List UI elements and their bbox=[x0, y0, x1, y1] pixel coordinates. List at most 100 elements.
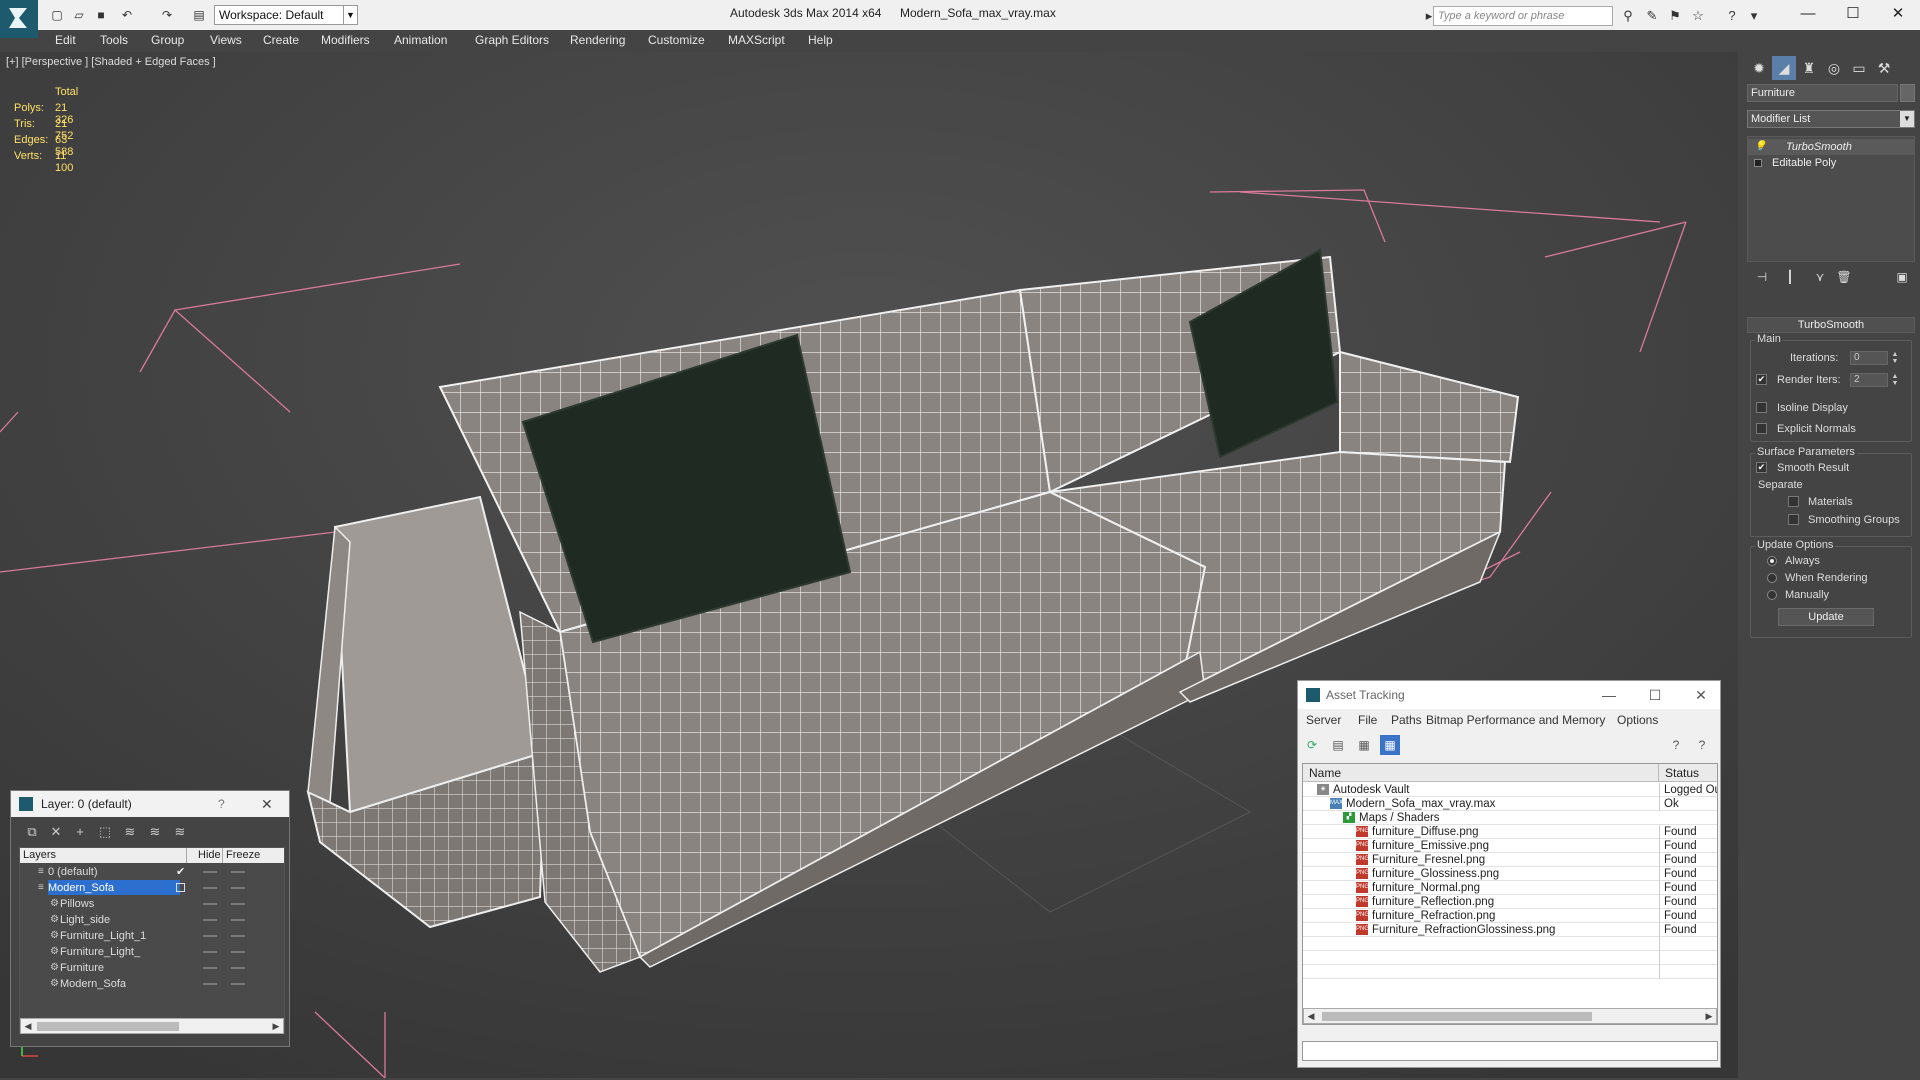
layer-row[interactable]: ⚙ Furniture_Light_1 bbox=[20, 928, 284, 944]
hide-toggle[interactable] bbox=[203, 951, 217, 953]
open-file-icon[interactable]: ▱ bbox=[70, 7, 88, 23]
close-icon[interactable]: ✕ bbox=[261, 791, 273, 817]
menu-animation[interactable]: Animation bbox=[394, 33, 447, 47]
modifier-list-dropdown[interactable]: Modifier List ▼ bbox=[1747, 110, 1915, 128]
layer-row[interactable]: ⚙ Light_side bbox=[20, 912, 284, 928]
menu-views[interactable]: Views bbox=[210, 33, 242, 47]
search-input[interactable]: Type a keyword or phrase bbox=[1433, 6, 1613, 26]
table-view-icon[interactable]: ▦ bbox=[1380, 735, 1400, 755]
add-to-layer-icon[interactable]: + bbox=[71, 823, 89, 841]
make-unique-icon[interactable]: ⋎ bbox=[1811, 268, 1829, 286]
column-freeze[interactable]: Freeze bbox=[223, 848, 263, 863]
redo-icon[interactable]: ↷ bbox=[158, 7, 176, 23]
menu-graph-editors[interactable]: Graph Editors bbox=[475, 33, 549, 47]
spinner-arrows-icon[interactable]: ▲ ▼ bbox=[1890, 373, 1900, 387]
maximize-icon[interactable]: ☐ bbox=[1838, 3, 1868, 25]
hide-toggle[interactable] bbox=[203, 871, 217, 873]
modifier-stack-item[interactable]: Editable Poly bbox=[1748, 155, 1914, 171]
layer-name[interactable]: Furniture_Light_1 bbox=[60, 928, 180, 943]
layer-row[interactable]: ⚙ Furniture_Light_ bbox=[20, 944, 284, 960]
hide-toggle[interactable] bbox=[203, 887, 217, 889]
refresh-icon[interactable]: ⟳ bbox=[1302, 735, 1322, 755]
close-icon[interactable]: ✕ bbox=[1690, 681, 1712, 709]
asset-menu-bitmap-performance[interactable]: Bitmap Performance and Memory bbox=[1426, 713, 1605, 727]
hide-toggle[interactable] bbox=[203, 919, 217, 921]
asset-menu-server[interactable]: Server bbox=[1306, 713, 1341, 727]
pin-stack-icon[interactable]: ⊣ bbox=[1753, 268, 1771, 286]
select-objects-icon[interactable]: ⬚ bbox=[96, 823, 114, 841]
hierarchy-tab-icon[interactable]: ♜ bbox=[1797, 56, 1821, 80]
asset-horizontal-scrollbar[interactable]: ◀ ▶ bbox=[1303, 1008, 1717, 1024]
freeze-toggle[interactable] bbox=[231, 983, 245, 985]
asset-menu-paths[interactable]: Paths bbox=[1391, 713, 1422, 727]
layer-name[interactable]: Pillows bbox=[60, 896, 180, 911]
menu-tools[interactable]: Tools bbox=[100, 33, 128, 47]
menu-edit[interactable]: Edit bbox=[55, 33, 76, 47]
binoculars-icon[interactable]: ⚲ bbox=[1619, 7, 1637, 25]
layer-row[interactable]: ≡ Modern_Sofa bbox=[20, 880, 284, 896]
list-view-icon[interactable]: ▤ bbox=[1328, 735, 1348, 755]
asset-row[interactable]: PNG furniture_Emissive.png Found bbox=[1303, 839, 1717, 853]
update-when-rendering-radio[interactable] bbox=[1767, 573, 1777, 583]
expand-icon[interactable] bbox=[1754, 159, 1762, 167]
freeze-all-icon[interactable]: ≋ bbox=[171, 823, 189, 841]
new-file-icon[interactable]: ▢ bbox=[48, 7, 66, 23]
communication-icon[interactable]: ⚑ bbox=[1666, 7, 1684, 25]
hide-toggle[interactable] bbox=[203, 903, 217, 905]
column-hide[interactable]: Hide bbox=[195, 848, 223, 863]
asset-row[interactable]: ▞ Maps / Shaders bbox=[1303, 811, 1717, 825]
highlight-layer-icon[interactable]: ≋ bbox=[121, 823, 139, 841]
modifier-stack-item[interactable]: 💡 TurboSmooth bbox=[1748, 139, 1914, 155]
layer-name[interactable]: Furniture bbox=[60, 960, 180, 975]
asset-row[interactable]: PNG Furniture_RefractionGlossiness.png Fou… bbox=[1303, 923, 1717, 937]
vault-help-icon[interactable]: ? bbox=[1692, 735, 1712, 755]
lightbulb-icon[interactable]: 💡 bbox=[1754, 139, 1766, 155]
asset-row[interactable]: PNG furniture_Diffuse.png Found bbox=[1303, 825, 1717, 839]
asset-row[interactable]: ◈ Autodesk Vault Logged Ou bbox=[1303, 783, 1717, 797]
freeze-toggle[interactable] bbox=[231, 951, 245, 953]
column-name[interactable]: Name bbox=[1303, 764, 1659, 782]
configure-sets-icon[interactable]: ▣ bbox=[1893, 268, 1911, 286]
menu-maxscript[interactable]: MAXScript bbox=[728, 33, 785, 47]
close-icon[interactable]: ✕ bbox=[1883, 3, 1913, 25]
layer-row[interactable]: ≡ 0 (default) ✔ bbox=[20, 864, 284, 880]
maximize-icon[interactable]: ☐ bbox=[1644, 681, 1666, 709]
help-icon[interactable]: ? bbox=[218, 791, 225, 817]
new-layer-icon[interactable]: ⧉ bbox=[23, 823, 41, 841]
layer-window-titlebar[interactable]: Layer: 0 (default) ? ✕ bbox=[11, 791, 289, 817]
layer-name[interactable]: 0 (default) bbox=[48, 864, 180, 879]
freeze-toggle[interactable] bbox=[231, 871, 245, 873]
layer-row[interactable]: ⚙ Modern_Sofa bbox=[20, 976, 284, 992]
render-iters-checkbox[interactable]: ✔ bbox=[1756, 374, 1767, 385]
hide-toggle[interactable] bbox=[203, 983, 217, 985]
asset-row[interactable]: PNG Furniture_Fresnel.png Found bbox=[1303, 853, 1717, 867]
iterations-spinner[interactable]: 0 bbox=[1850, 351, 1888, 365]
asset-row[interactable]: PNG furniture_Refraction.png Found bbox=[1303, 909, 1717, 923]
scroll-left-icon[interactable]: ◀ bbox=[21, 1019, 35, 1033]
freeze-toggle[interactable] bbox=[231, 967, 245, 969]
render-iters-spinner[interactable]: 2 bbox=[1850, 373, 1888, 387]
motion-tab-icon[interactable]: ◎ bbox=[1822, 56, 1846, 80]
materials-checkbox[interactable] bbox=[1788, 496, 1799, 507]
column-layers[interactable]: Layers bbox=[20, 848, 187, 863]
current-layer-check-icon[interactable]: ✔ bbox=[176, 864, 185, 880]
layer-row[interactable]: ⚙ Furniture bbox=[20, 960, 284, 976]
minimize-icon[interactable]: — bbox=[1598, 681, 1620, 709]
scrollbar-thumb[interactable] bbox=[37, 1022, 179, 1031]
display-tab-icon[interactable]: ▭ bbox=[1847, 56, 1871, 80]
asset-menu-options[interactable]: Options bbox=[1617, 713, 1658, 727]
menu-create[interactable]: Create bbox=[263, 33, 299, 47]
object-name-field[interactable]: Furniture bbox=[1747, 84, 1898, 102]
update-button[interactable]: Update bbox=[1778, 608, 1874, 626]
layer-name[interactable]: Light_side bbox=[60, 912, 180, 927]
subscription-icon[interactable]: ✎ bbox=[1643, 7, 1661, 25]
layer-name[interactable]: Furniture_Light_ bbox=[60, 944, 180, 959]
undo-icon[interactable]: ↶ bbox=[118, 7, 136, 23]
app-menu-button[interactable] bbox=[0, 0, 38, 38]
explicit-normals-checkbox[interactable] bbox=[1756, 423, 1767, 434]
isoline-checkbox[interactable] bbox=[1756, 402, 1767, 413]
turbosmooth-rollout-header[interactable]: TurboSmooth bbox=[1747, 317, 1915, 333]
show-end-result-icon[interactable]: ┃ bbox=[1781, 268, 1799, 286]
workspace-dropdown[interactable]: Workspace: Default ▼ bbox=[214, 5, 358, 25]
asset-row[interactable]: PNG furniture_Reflection.png Found bbox=[1303, 895, 1717, 909]
